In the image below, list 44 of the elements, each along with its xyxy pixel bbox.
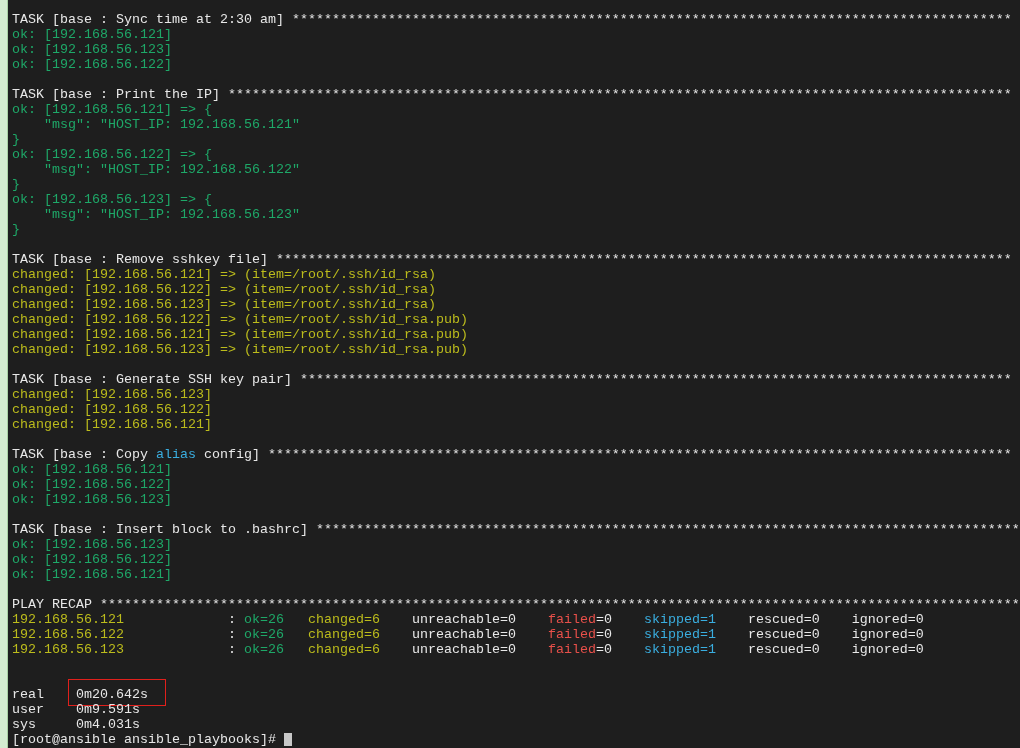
terminal-line: changed: [192.168.56.123] => (item=/root/.ssh/id_rsa.pub): [12, 342, 468, 357]
terminal-line: ok: [192.168.56.121]: [12, 462, 172, 477]
terminal-line: changed: [192.168.56.121]: [12, 417, 212, 432]
timing-value: 0m9.591s: [76, 702, 140, 717]
terminal-line: TASK [base : Generate SSH key pair] *****************************************************************************************: [12, 372, 1012, 387]
terminal-line: changed: [192.168.56.123]: [12, 387, 212, 402]
terminal-line: TASK [base : Print the IP] **************************************************************************************************: [12, 87, 1012, 102]
terminal-line: "msg": "HOST_IP: 192.168.56.122": [43, 162, 300, 177]
terminal-line: 192.168.56.123 : ok=26 changed=6 unreachable=0 failed=0 skipped=1 rescued=0 ignored=0: [12, 642, 924, 657]
terminal-line: changed: [192.168.56.122] => (item=/root/.ssh/id_rsa): [12, 282, 436, 297]
terminal-line: 192.168.56.122 : ok=26 changed=6 unreachable=0 failed=0 skipped=1 rescued=0 ignored=0: [12, 627, 924, 642]
terminal-line: ok: [192.168.56.122]: [12, 57, 172, 72]
terminal-line: TASK [base : Sync time at 2:30 am] ******************************************************************************************: [12, 12, 1012, 27]
terminal-line: }: [12, 177, 20, 192]
timing-label: real: [12, 687, 45, 702]
terminal-line: ok: [192.168.56.122] => {: [12, 147, 212, 162]
shell-prompt: [root@ansible ansible_playbooks]#: [12, 732, 276, 747]
terminal-line: ok: [192.168.56.123]: [12, 492, 172, 507]
timing-value: 0m20.642s: [76, 687, 148, 702]
terminal-line: TASK [base : Copy alias config] *********************************************************************************************: [12, 447, 1012, 462]
terminal-line: changed: [192.168.56.122] => (item=/root/.ssh/id_rsa.pub): [12, 312, 468, 327]
terminal-line: "msg": "HOST_IP: 192.168.56.121": [43, 117, 300, 132]
terminal-line: TASK [base : Remove sshkey file] ********************************************************************************************: [12, 252, 1012, 267]
terminal-line: 192.168.56.121 : ok=26 changed=6 unreachable=0 failed=0 skipped=1 rescued=0 ignored=0: [12, 612, 924, 627]
terminal-line: changed: [192.168.56.121] => (item=/root/.ssh/id_rsa): [12, 267, 436, 282]
terminal-line: ok: [192.168.56.121]: [12, 27, 172, 42]
terminal-line: ok: [192.168.56.122]: [12, 477, 172, 492]
timing-value: 0m4.031s: [76, 717, 140, 732]
timing-label: sys: [12, 717, 37, 732]
terminal-line: ok: [192.168.56.123]: [12, 42, 172, 57]
terminal-line: "msg": "HOST_IP: 192.168.56.123": [43, 207, 300, 222]
terminal-line: changed: [192.168.56.123] => (item=/root/.ssh/id_rsa): [12, 297, 436, 312]
terminal-line: }: [12, 132, 20, 147]
terminal-line: ok: [192.168.56.122]: [12, 552, 172, 567]
terminal-line: ok: [192.168.56.123] => {: [12, 192, 212, 207]
terminal-line: ok: [192.168.56.121]: [12, 567, 172, 582]
terminal-line: }: [12, 222, 20, 237]
terminal-line: ok: [192.168.56.123]: [12, 537, 172, 552]
terminal-line: PLAY RECAP *******************************************************************************************************************: [12, 597, 1020, 612]
terminal-line: ok: [192.168.56.121] => {: [12, 102, 212, 117]
timing-label: user: [12, 702, 45, 717]
terminal-line: changed: [192.168.56.122]: [12, 402, 212, 417]
terminal-line: TASK [base : Insert block to .bashrc] ****************************************************************************************: [12, 522, 1020, 537]
terminal-line: changed: [192.168.56.121] => (item=/root/.ssh/id_rsa.pub): [12, 327, 468, 342]
